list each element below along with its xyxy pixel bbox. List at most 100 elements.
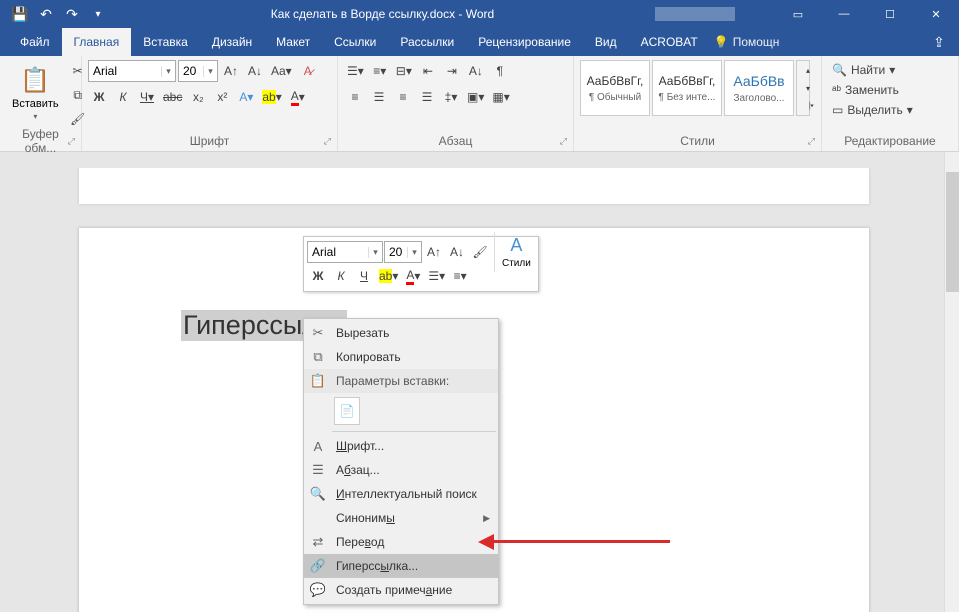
styles-up-icon[interactable]: ▴ (797, 61, 819, 79)
strikethrough-icon[interactable]: abc (160, 86, 185, 108)
mt-underline-button[interactable]: Ч (353, 265, 375, 287)
close-icon[interactable]: ✕ (913, 0, 959, 28)
align-center-icon[interactable]: ☰ (368, 86, 390, 108)
font-size-input[interactable] (179, 61, 203, 81)
mt-highlight-icon[interactable]: ab▾ (376, 265, 401, 287)
ribbon-display-icon[interactable]: ▭ (775, 0, 821, 28)
menu-cut[interactable]: ✂Вырезать (304, 321, 498, 345)
mt-shrink-font-icon[interactable]: A↓ (446, 241, 468, 263)
shrink-font-icon[interactable]: A↓ (244, 60, 266, 82)
replace-button[interactable]: ᵃᵇ Заменить (828, 80, 903, 100)
find-button[interactable]: 🔍 Найти ▾ (828, 60, 899, 80)
tab-view[interactable]: Вид (583, 28, 629, 56)
comment-icon: 💬 (308, 582, 328, 598)
maximize-icon[interactable]: ☐ (867, 0, 913, 28)
styles-down-icon[interactable]: ▾ (797, 79, 819, 97)
paragraph-icon: ☰ (308, 462, 328, 478)
tab-layout[interactable]: Макет (264, 28, 322, 56)
underline-button[interactable]: Ч▾ (136, 86, 158, 108)
font-name-input[interactable] (89, 61, 161, 81)
mt-grow-font-icon[interactable]: A↑ (423, 241, 445, 263)
group-paragraph: ☰▾ ≡▾ ⊟▾ ⇤ ⇥ A↓ ¶ ≡ ☰ ≡ ☰ ‡▾ ▣▾ ▦▾ Абзац… (338, 56, 574, 151)
font-group-label: Шрифт (190, 134, 229, 148)
align-right-icon[interactable]: ≡ (392, 86, 414, 108)
dialog-launcher-icon[interactable]: ⤢ (808, 136, 815, 147)
dialog-launcher-icon[interactable]: ⤢ (560, 136, 567, 147)
bullets-icon[interactable]: ☰▾ (344, 60, 367, 82)
paragraph-group-label: Абзац (439, 134, 473, 148)
mt-bold-button[interactable]: Ж (307, 265, 329, 287)
tab-home[interactable]: Главная (62, 28, 132, 56)
tab-design[interactable]: Дизайн (200, 28, 264, 56)
justify-icon[interactable]: ☰ (416, 86, 438, 108)
menu-new-comment[interactable]: 💬Создать примечание (304, 578, 498, 602)
bold-button[interactable]: Ж (88, 86, 110, 108)
style-no-spacing[interactable]: АаБбВвГг,¶ Без инте... (652, 60, 722, 116)
highlight-icon[interactable]: ab▾ (259, 86, 284, 108)
menu-synonyms[interactable]: Синонимы▶ (304, 506, 498, 530)
font-size-combo[interactable]: ▾ (178, 60, 218, 82)
minimize-icon[interactable]: — (821, 0, 867, 28)
shading-icon[interactable]: ▣▾ (464, 86, 487, 108)
tab-acrobat[interactable]: ACROBAT (629, 28, 710, 56)
paste-button[interactable]: 📋 Вставить ▾ (6, 60, 65, 125)
mt-font-combo[interactable]: ▾ (307, 241, 383, 263)
tell-me[interactable]: 💡 Помощн (714, 35, 780, 49)
font-name-combo[interactable]: ▾ (88, 60, 176, 82)
mt-bullets-icon[interactable]: ☰▾ (425, 265, 448, 287)
numbering-icon[interactable]: ≡▾ (369, 60, 391, 82)
qat-customize-icon[interactable]: ▾ (86, 2, 110, 26)
tab-references[interactable]: Ссылки (322, 28, 388, 56)
tab-mailings[interactable]: Рассылки (388, 28, 466, 56)
menu-hyperlink[interactable]: 🔗Гиперссылка... (304, 554, 498, 578)
italic-button[interactable]: К (112, 86, 134, 108)
mt-numbering-icon[interactable]: ≡▾ (449, 265, 471, 287)
menu-smart-lookup[interactable]: 🔍Интеллектуальный поиск (304, 482, 498, 506)
mt-format-painter-icon[interactable]: 🖌 (469, 241, 491, 263)
mt-styles-button[interactable]: A Стили (498, 235, 535, 269)
dialog-launcher-icon[interactable]: ⤢ (68, 136, 75, 147)
style-normal[interactable]: АаБбВвГг,¶ Обычный (580, 60, 650, 116)
tab-insert[interactable]: Вставка (131, 28, 200, 56)
title-bar: 💾 ↶ ↷ ▾ Как сделать в Ворде ссылку.docx … (0, 0, 959, 28)
redo-icon[interactable]: ↷ (60, 2, 84, 26)
font-color-icon[interactable]: A▾ (287, 86, 309, 108)
style-heading1[interactable]: АаБбВвЗаголово... (724, 60, 794, 116)
mt-font-color-icon[interactable]: A▾ (402, 265, 424, 287)
paste-keep-source-icon[interactable]: 📄 (334, 397, 360, 425)
multilevel-list-icon[interactable]: ⊟▾ (393, 60, 415, 82)
menu-copy[interactable]: ⧉Копировать (304, 345, 498, 369)
mt-italic-button[interactable]: К (330, 265, 352, 287)
menu-paragraph[interactable]: ☰Абзац... (304, 458, 498, 482)
align-left-icon[interactable]: ≡ (344, 86, 366, 108)
window-title: Как сделать в Ворде ссылку.docx - Word (110, 7, 655, 21)
menu-font[interactable]: AШрифт... (304, 434, 498, 458)
styles-more-icon[interactable]: ⎹▾ (797, 97, 819, 115)
grow-font-icon[interactable]: A↑ (220, 60, 242, 82)
borders-icon[interactable]: ▦▾ (489, 86, 512, 108)
change-case-icon[interactable]: Aa▾ (268, 60, 295, 82)
select-button[interactable]: ▭ Выделить ▾ (828, 100, 917, 120)
mt-size-combo[interactable]: ▾ (384, 241, 422, 263)
group-editing: 🔍 Найти ▾ ᵃᵇ Заменить ▭ Выделить ▾ Редак… (822, 56, 959, 151)
increase-indent-icon[interactable]: ⇥ (441, 60, 463, 82)
subscript-icon[interactable]: x₂ (187, 86, 209, 108)
link-icon: 🔗 (308, 558, 328, 574)
tab-file[interactable]: Файл (8, 28, 62, 56)
dialog-launcher-icon[interactable]: ⤢ (324, 136, 331, 147)
superscript-icon[interactable]: x² (211, 86, 233, 108)
text-effects-icon[interactable]: A▾ (235, 86, 257, 108)
sort-icon[interactable]: A↓ (465, 60, 487, 82)
menu-translate[interactable]: ⇄Перевод (304, 530, 498, 554)
decrease-indent-icon[interactable]: ⇤ (417, 60, 439, 82)
save-icon[interactable]: 💾 (8, 2, 32, 26)
undo-icon[interactable]: ↶ (34, 2, 58, 26)
clear-formatting-icon[interactable]: A̷ (297, 60, 319, 82)
context-menu: ✂Вырезать ⧉Копировать 📋Параметры вставки… (303, 318, 499, 605)
scroll-thumb[interactable] (946, 172, 959, 292)
show-marks-icon[interactable]: ¶ (489, 60, 511, 82)
tab-review[interactable]: Рецензирование (466, 28, 583, 56)
vertical-scrollbar[interactable] (944, 152, 959, 612)
share-icon[interactable]: ⇪ (919, 34, 959, 51)
line-spacing-icon[interactable]: ‡▾ (440, 86, 462, 108)
